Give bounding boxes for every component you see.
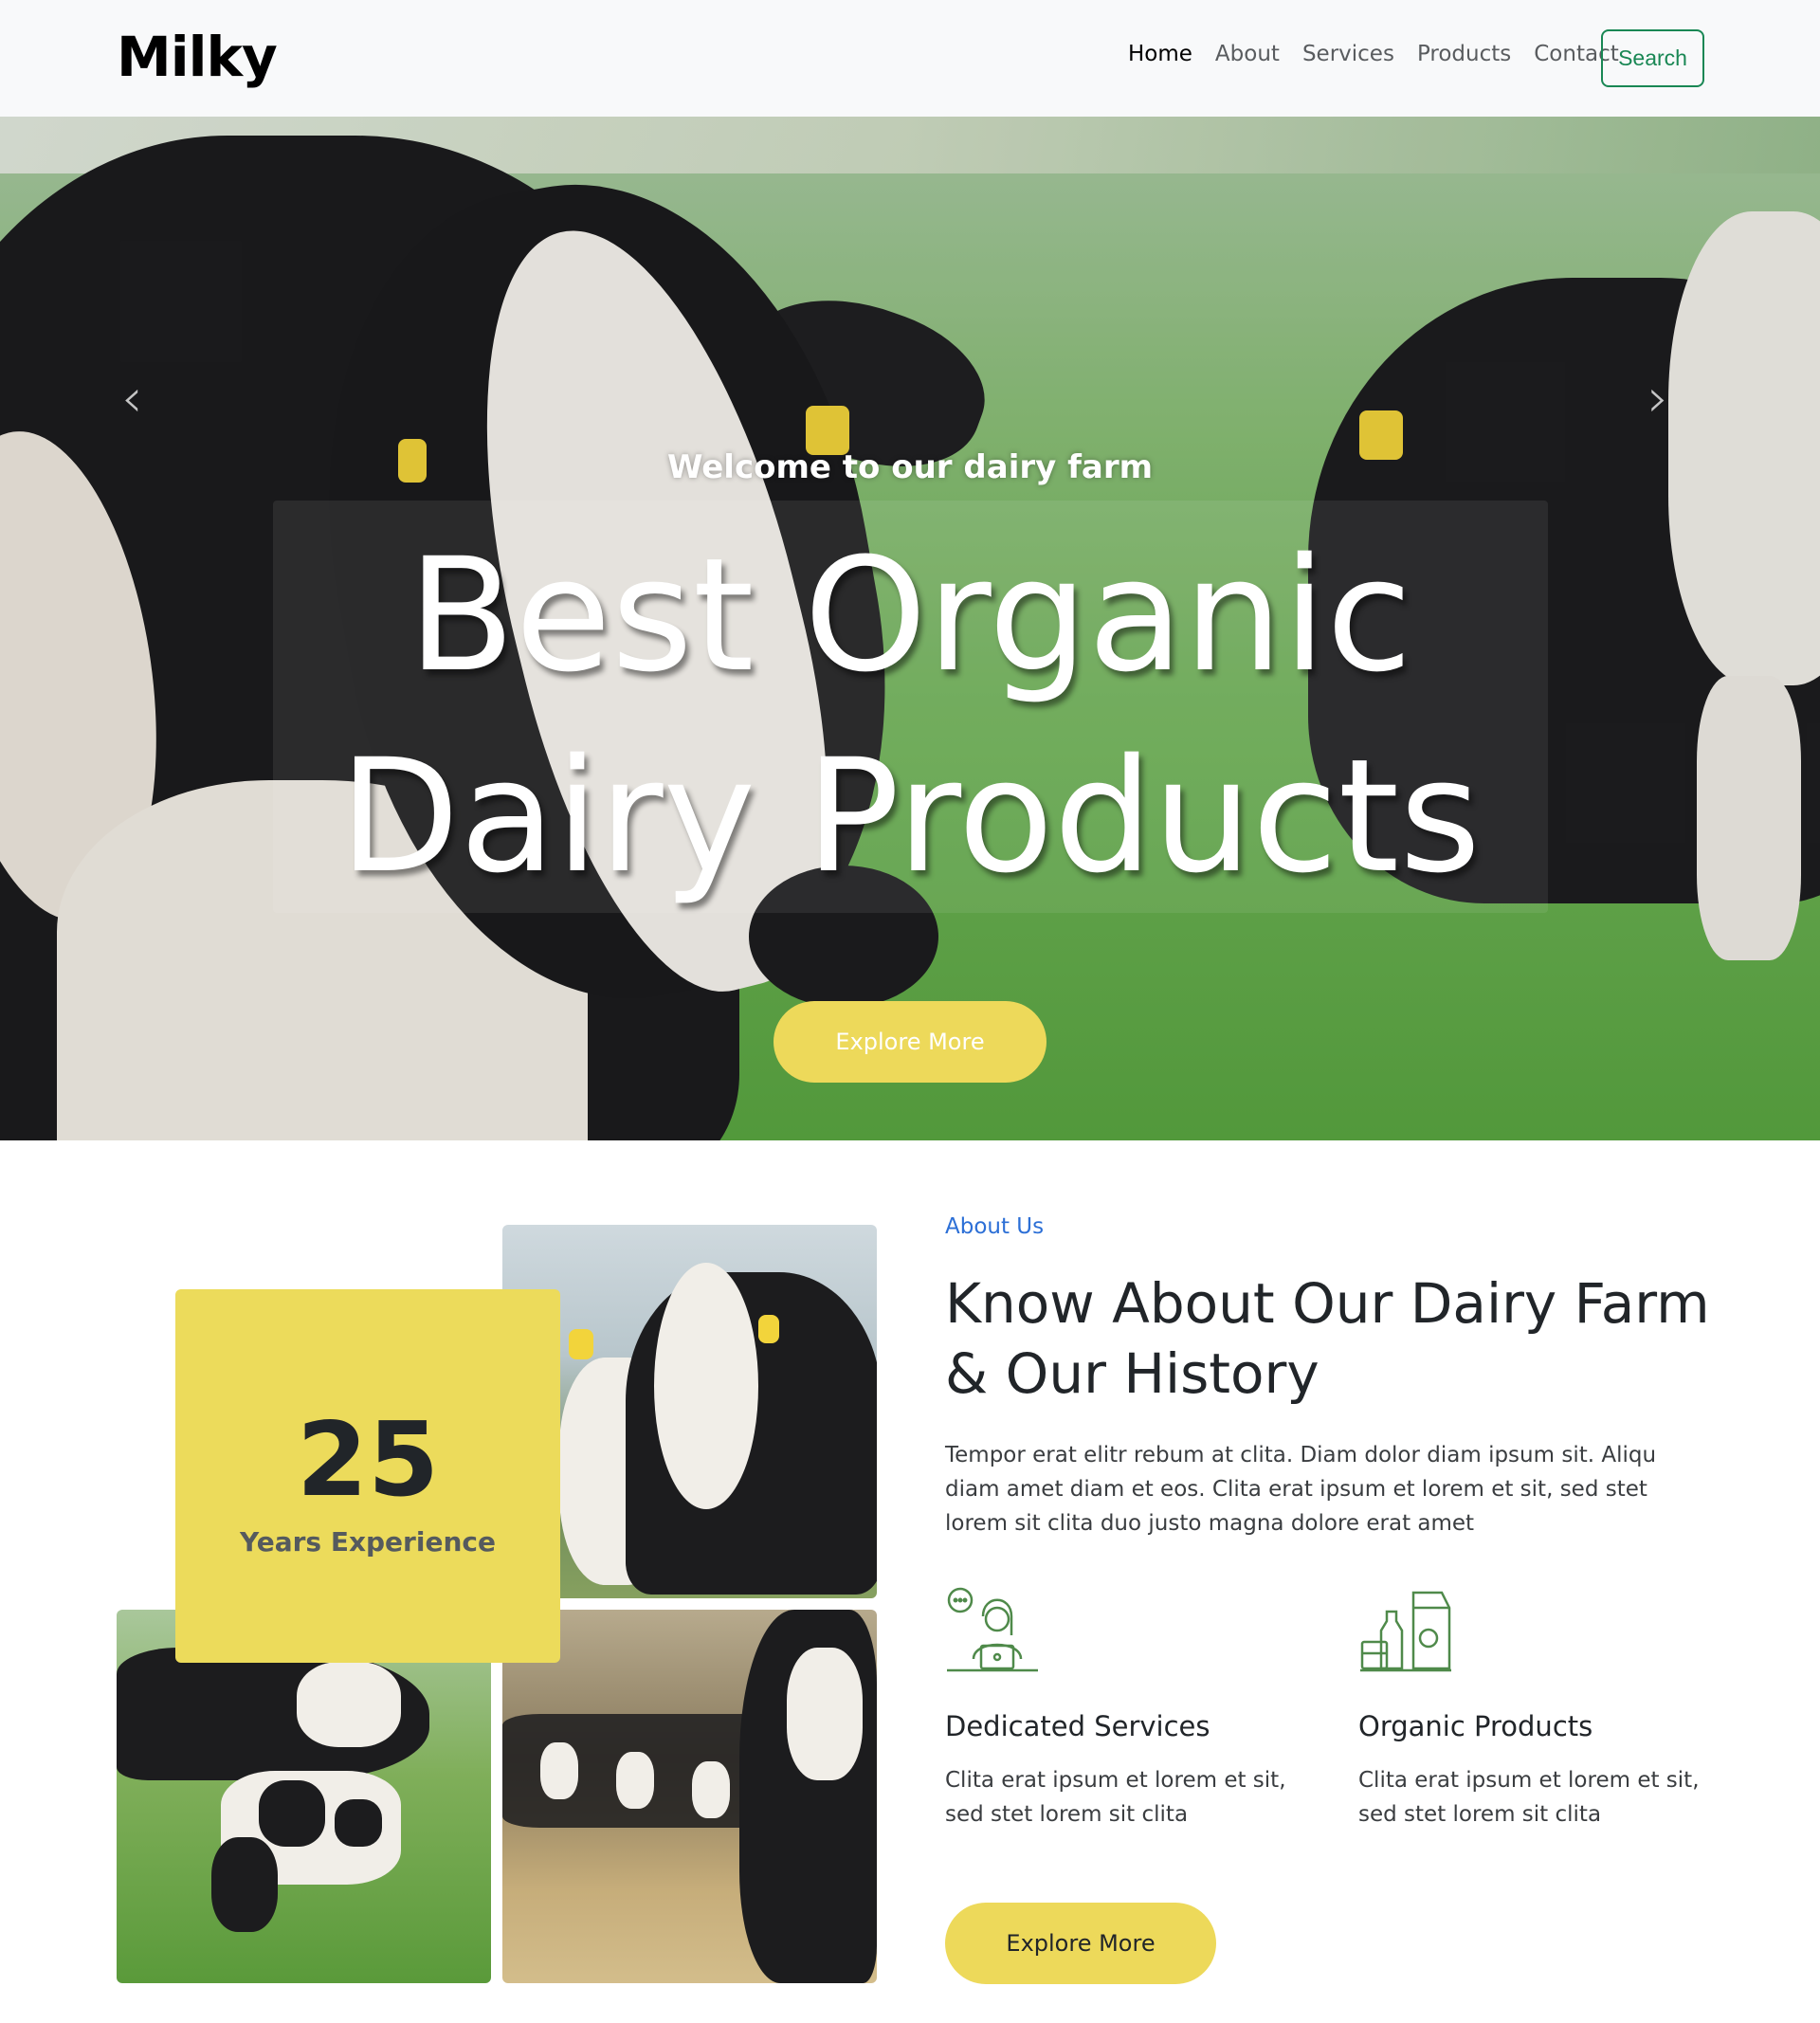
cow-and-calf-image xyxy=(117,1610,491,1983)
about-title: Know About Our Dairy Farm & Our History xyxy=(945,1271,1710,1406)
customer-support-icon xyxy=(947,1587,1038,1672)
brand-logo[interactable]: Milky xyxy=(117,25,278,89)
about-description: Tempor erat elitr rebum at clita. Diam d… xyxy=(945,1443,1657,1536)
about-explore-button[interactable]: Explore More xyxy=(945,1903,1216,1984)
feature-organic-products: Organic Products Clita erat ipsum et lor… xyxy=(1358,1583,1719,1827)
nav-item-services[interactable]: Services xyxy=(1302,42,1394,66)
experience-years: 25 xyxy=(296,1401,440,1520)
main-nav: Home About Services Products Contact xyxy=(1128,42,1619,66)
feature-description: Clita erat ipsum et lorem et sit, sed st… xyxy=(1358,1768,1700,1827)
hero-title-line-2: Dairy Products xyxy=(338,725,1482,907)
hero-explore-button[interactable]: Explore More xyxy=(774,1001,1046,1083)
feature-title: Organic Products xyxy=(1358,1710,1593,1742)
feature-title: Dedicated Services xyxy=(945,1710,1210,1742)
nav-item-products[interactable]: Products xyxy=(1417,42,1511,66)
feature-description: Clita erat ipsum et lorem et sit, sed st… xyxy=(945,1768,1286,1827)
navbar: Milky Home About Services Products Conta… xyxy=(0,0,1820,117)
hero-subtitle: Welcome to our dairy farm xyxy=(666,448,1154,486)
cows-in-barn-image xyxy=(502,1610,877,1983)
feature-dedicated-services: Dedicated Services Clita erat ipsum et l… xyxy=(945,1583,1305,1827)
dairy-products-icon xyxy=(1360,1591,1451,1672)
experience-label: Years Experience xyxy=(240,1526,496,1558)
hero-title: Best Organic Dairy Products xyxy=(0,515,1820,917)
about-section-tag: About Us xyxy=(945,1214,1045,1239)
chevron-right-icon[interactable]: › xyxy=(1647,368,1668,429)
search-button[interactable]: Search xyxy=(1601,29,1704,87)
nav-item-home[interactable]: Home xyxy=(1128,42,1192,66)
chevron-left-icon[interactable]: ‹ xyxy=(121,368,142,429)
nav-item-about[interactable]: About xyxy=(1215,42,1280,66)
hero-carousel: ‹ › Welcome to our dairy farm Best Organ… xyxy=(0,117,1820,1140)
experience-box: 25 Years Experience xyxy=(175,1289,560,1663)
hero-title-line-1: Best Organic xyxy=(408,524,1412,706)
